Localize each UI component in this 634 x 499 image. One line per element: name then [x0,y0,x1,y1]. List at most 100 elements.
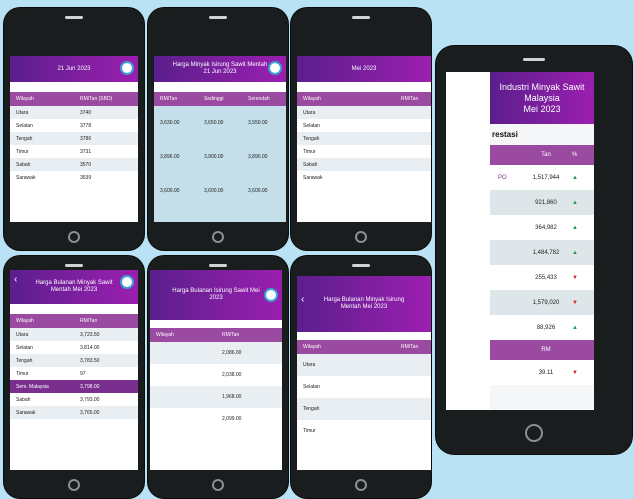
table-row[interactable]: 3,896.00 3,900.00 3,890.00 [154,140,286,174]
home-button[interactable] [68,231,80,243]
table-row[interactable]: Selatan [297,376,431,398]
cell: 3,896.00 [160,154,180,160]
header-title: Harga Bulanan Minyak Isirung Mentah Mei … [323,297,405,310]
table-row[interactable]: Tengah [297,398,431,420]
col-label: Sedinggi [204,96,224,102]
table-row[interactable]: Selatan [297,119,431,132]
screen-header: Harga Bulanan Isirung Sawit Mei 2023 [150,270,282,320]
logo-icon [120,61,134,75]
table-row[interactable]: Selatan 3,814.00 [10,341,138,354]
table-row[interactable]: 255,433 ▼ [490,265,594,290]
table-row[interactable]: 921,860 ▲ [490,190,594,215]
col-label: RM/Tan [222,332,240,338]
trend-up-icon: ▲ [572,249,578,256]
table-row[interactable]: 1,968.00 [150,386,282,408]
home-button[interactable] [355,479,367,491]
table-row[interactable]: Selatan 3778 [10,119,138,132]
cell: Utara [303,362,316,368]
cell: Sabah [303,161,318,168]
table-row[interactable]: 1,484,782 ▲ [490,240,594,265]
back-icon[interactable]: ‹ [14,275,17,285]
col-label: RM/Tan (SBD) [80,96,113,102]
cell: 39.11 [538,369,554,376]
header-title: Harga Bulanan Isirung Sawit Mei 2023 [172,288,260,301]
logo-icon [264,288,278,302]
cell: 364,982 [535,224,557,231]
home-button[interactable] [212,231,224,243]
speaker [523,58,545,61]
home-button[interactable] [525,424,543,442]
trend-down-icon: ▼ [572,299,578,306]
screen: Mei 2023 Wilayah RM/Tan Utara Selatan Ten… [297,56,431,222]
table-row[interactable]: 2,099.00 [150,408,282,430]
col-label: Wilayah [156,332,174,338]
table-row[interactable]: Tengah 3,783.50 [10,354,138,367]
table-row[interactable]: 39.11 ▼ [490,360,594,385]
table-row[interactable]: 1,579,020 ▼ [490,290,594,315]
col-label: RM/Tan [160,96,178,102]
screen-edge [446,72,490,410]
home-button[interactable] [68,479,80,491]
trend-up-icon: ▲ [572,324,578,331]
cell: 3,798.00 [80,383,100,390]
big-table-body: PO 1,517,944 ▲ 921,860 ▲ 364,982 ▲ 1,484,782 ▲ 25… [490,165,594,340]
table-row[interactable]: Timur [297,145,431,158]
table-row[interactable]: 2,086.00 [150,342,282,364]
col-label: Wilayah [16,96,34,102]
home-button[interactable] [212,479,224,491]
table-header: Wilayah RM/Tan [297,340,431,354]
table-row[interactable]: 88,926 ▲ [490,315,594,340]
speaker [352,16,370,19]
cell: Selatan [16,344,33,351]
screen: ‹ Harga Bulanan Minyak Isirung Mentah Mei… [297,276,431,470]
col-label: Serendah [248,96,270,102]
table-row[interactable]: PO 1,517,944 ▲ [490,165,594,190]
back-icon[interactable]: ‹ [301,295,304,305]
speaker [65,16,83,19]
table-row[interactable]: Tengah 3786 [10,132,138,145]
cell: 3,600.00 [160,188,180,194]
home-button[interactable] [355,231,367,243]
table-row[interactable]: 364,982 ▲ [490,215,594,240]
table-row[interactable]: Utara 3740 [10,106,138,119]
table-row[interactable]: 3,630.00 3,650.00 3,550.00 [154,106,286,140]
cell: 97 [80,370,86,377]
table-row[interactable]: 3,600.00 3,600.00 3,600.00 [154,174,286,208]
trend-down-icon: ▼ [572,274,578,281]
cell: 3,550.00 [248,120,268,126]
cell: Tengah [303,406,320,412]
table-row[interactable]: Utara [297,354,431,376]
cell: 2,086.00 [222,350,242,356]
table-row[interactable]: Timur [297,420,431,442]
cell: 1,968.00 [222,394,242,400]
table-row[interactable]: Timur 3731 [10,145,138,158]
table-row[interactable]: Tengah [297,132,431,145]
table-row[interactable]: Sem. Malaysia 3,798.00 [10,380,138,393]
table-row[interactable]: Utara 3,723.50 [10,328,138,341]
table-row[interactable]: Sabah 3,793.00 [10,393,138,406]
table-row[interactable]: Sabah [297,158,431,171]
cell: Timur [303,148,316,155]
screen-header: Mei 2023 [297,56,431,82]
table-row[interactable]: Timur 97 [10,367,138,380]
trend-up-icon: ▲ [572,199,578,206]
table-row[interactable]: Sabah 3570 [10,158,138,171]
cell: Tengah [303,135,320,142]
table-row[interactable]: Sarawak 3,765.00 [10,406,138,419]
cell: 921,860 [535,199,557,206]
header-title: Industri Minyak Sawit Malaysia [499,81,585,103]
screen: 21 Jun 2023 Wilayah RM/Tan (SBD) Utara 374… [10,56,138,222]
cell: 3,765.00 [80,409,100,416]
table-row[interactable]: Sarawak 3639 [10,171,138,184]
table-header: Wilayah RM/Tan [297,92,431,106]
col-label: RM/Tan [401,96,419,102]
table-row[interactable]: Utara [297,106,431,119]
table-row[interactable]: Sarawak [297,171,431,184]
cell: 3786 [80,135,92,142]
table-row[interactable]: 2,038.00 [150,364,282,386]
phone-3: Mei 2023 Wilayah RM/Tan Utara Selatan Ten… [291,8,431,250]
speaker [352,264,370,267]
screen: Industri Minyak Sawit Malaysia Mei 2023 … [446,72,594,410]
col-label: RM/Tan [401,344,419,350]
screen-header: 21 Jun 2023 [10,56,138,82]
